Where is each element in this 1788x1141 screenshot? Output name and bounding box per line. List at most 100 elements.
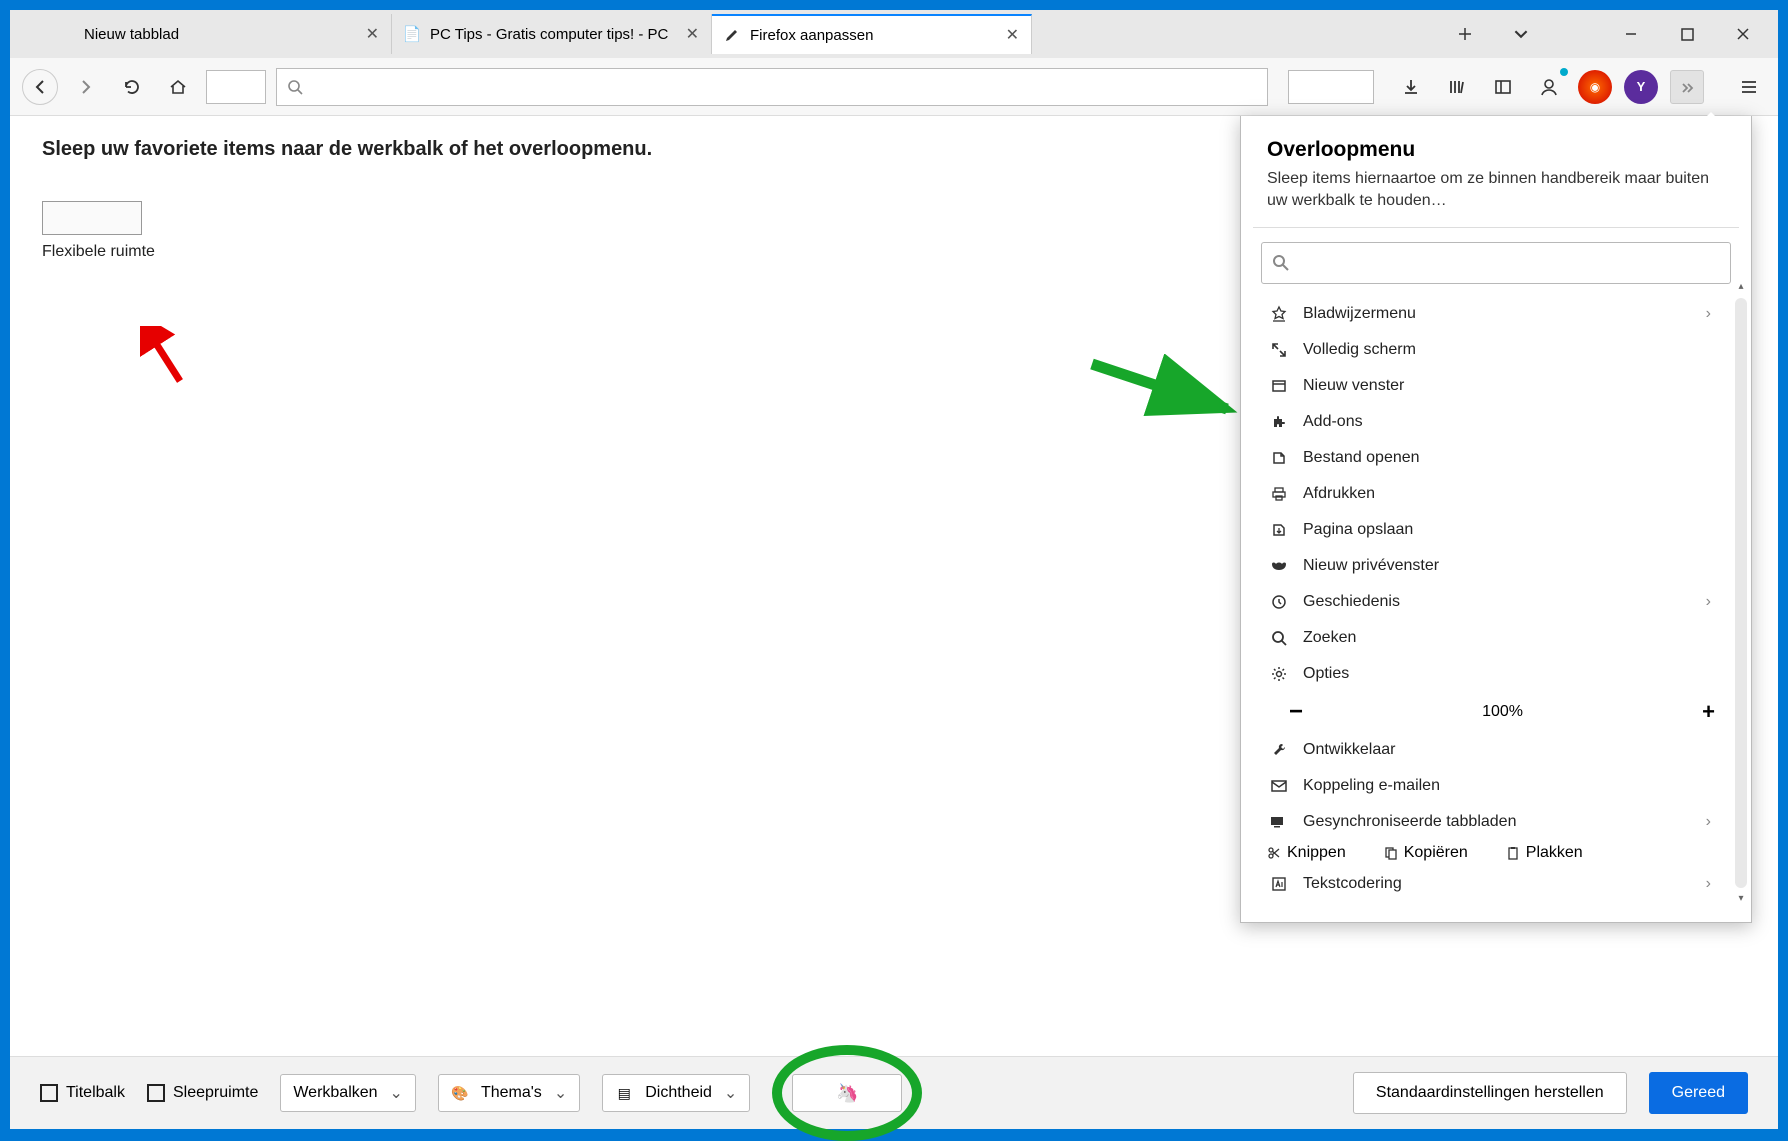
fullscreen-icon — [1267, 340, 1291, 360]
menu-item-options[interactable]: Opties — [1241, 656, 1751, 692]
menu-item-print[interactable]: Afdrukken — [1241, 476, 1751, 512]
customize-content: Sleep uw favoriete items naar de werkbal… — [10, 116, 1778, 1057]
menu-label: Nieuw venster — [1303, 377, 1404, 395]
url-bar[interactable] — [276, 68, 1268, 106]
touchbar-button[interactable]: 🦄 — [792, 1074, 902, 1112]
scroll-track[interactable] — [1735, 298, 1747, 888]
menu-label: Gesynchroniseerde tabbladen — [1303, 813, 1516, 831]
theme-icon: 🎨 — [451, 1084, 469, 1102]
scroll-down-icon[interactable]: ▾ — [1733, 890, 1749, 908]
flex-space-placeholder[interactable] — [206, 70, 266, 104]
tab-new[interactable]: Nieuw tabblad ✕ — [72, 14, 392, 54]
overflow-panel: Overloopmenu Sleep items hiernaartoe om … — [1240, 116, 1752, 923]
close-icon[interactable]: ✕ — [686, 24, 699, 44]
done-button[interactable]: Gereed — [1649, 1072, 1748, 1114]
zoom-level: 100% — [1482, 703, 1523, 721]
chevron-down-icon: ⌄ — [724, 1083, 737, 1103]
menu-item-private-window[interactable]: Nieuw privévenster — [1241, 548, 1751, 584]
menu-item-text-encoding[interactable]: Tekstcodering › — [1241, 866, 1751, 902]
menu-item-save-page[interactable]: Pagina opslaan — [1241, 512, 1751, 548]
menu-label: Bestand openen — [1303, 449, 1420, 467]
scrollbar[interactable]: ▴ ▾ — [1733, 278, 1749, 908]
chevron-right-icon: › — [1706, 875, 1725, 893]
menu-item-fullscreen[interactable]: Volledig scherm — [1241, 332, 1751, 368]
menu-label: Geschiedenis — [1303, 593, 1400, 611]
tab-label: PC Tips - Gratis computer tips! - PC — [430, 26, 668, 43]
back-button[interactable] — [22, 69, 58, 105]
restore-defaults-button[interactable]: Standaardinstellingen herstellen — [1353, 1072, 1627, 1114]
themes-dropdown[interactable]: 🎨 Thema's ⌄ — [438, 1074, 580, 1112]
new-tab-button[interactable] — [1444, 16, 1486, 52]
yahoo-extension-icon[interactable]: Y — [1624, 70, 1658, 104]
library-button[interactable] — [1440, 70, 1474, 104]
profile-button[interactable] — [1532, 70, 1566, 104]
overflow-button[interactable] — [1670, 70, 1704, 104]
edit-controls: Knippen Kopiëren Plakken — [1241, 840, 1751, 866]
chevron-down-icon: ⌄ — [390, 1083, 403, 1103]
menu-item-open-file[interactable]: Bestand openen — [1241, 440, 1751, 476]
flexible-space-box — [42, 201, 142, 235]
minimize-button[interactable] — [1610, 16, 1652, 52]
close-button[interactable] — [1722, 16, 1764, 52]
customize-footer: Titelbalk Sleepruimte Werkbalken ⌄ 🎨 The… — [10, 1057, 1778, 1129]
dragspace-checkbox[interactable]: Sleepruimte — [147, 1084, 258, 1102]
wrench-icon — [1267, 740, 1291, 760]
menu-label: Pagina opslaan — [1303, 521, 1413, 539]
paste-button[interactable]: Plakken — [1506, 844, 1583, 862]
menu-label: Ontwikkelaar — [1303, 741, 1395, 759]
flex-space-placeholder[interactable] — [1288, 70, 1374, 104]
menu-item-addons[interactable]: Add-ons — [1241, 404, 1751, 440]
zoom-out-button[interactable]: − — [1289, 698, 1303, 726]
extension-icon[interactable]: ◉ — [1578, 70, 1612, 104]
clipboard-icon — [1506, 846, 1520, 860]
clip-label: Plakken — [1526, 844, 1583, 862]
menu-label: Koppeling e-mailen — [1303, 777, 1440, 795]
close-icon[interactable]: ✕ — [1006, 25, 1019, 45]
sidebar-button[interactable] — [1486, 70, 1520, 104]
red-arrow-annotation — [140, 326, 200, 396]
forward-button[interactable] — [68, 69, 104, 105]
menu-item-search[interactable]: Zoeken — [1241, 620, 1751, 656]
menu-item-synced-tabs[interactable]: Gesynchroniseerde tabbladen › — [1241, 804, 1751, 840]
tab-customize[interactable]: Firefox aanpassen ✕ — [712, 14, 1032, 54]
downloads-button[interactable] — [1394, 70, 1428, 104]
history-icon — [1267, 592, 1291, 612]
chevron-down-icon: ⌄ — [554, 1083, 567, 1103]
zoom-in-button[interactable]: + — [1702, 699, 1715, 725]
home-button[interactable] — [160, 69, 196, 105]
close-icon[interactable]: ✕ — [366, 24, 379, 44]
scroll-up-icon[interactable]: ▴ — [1733, 278, 1749, 296]
green-arrow-annotation — [1082, 354, 1242, 434]
clip-label: Kopiëren — [1404, 844, 1468, 862]
mail-icon — [1267, 776, 1291, 796]
window-icon — [1267, 376, 1291, 396]
hamburger-menu-button[interactable] — [1732, 70, 1766, 104]
copy-button[interactable]: Kopiëren — [1384, 844, 1468, 862]
search-icon — [1272, 254, 1290, 272]
overflow-search-input[interactable] — [1261, 242, 1731, 284]
save-icon — [1267, 520, 1291, 540]
dropdown-label: Dichtheid — [645, 1084, 712, 1102]
tab-strip: Nieuw tabblad ✕ 📄 PC Tips - Gratis compu… — [10, 10, 1778, 58]
tab-list-button[interactable] — [1500, 16, 1542, 52]
density-dropdown[interactable]: ▤ Dichtheid ⌄ — [602, 1074, 750, 1112]
menu-item-bookmarks[interactable]: Bladwijzermenu › — [1241, 296, 1751, 332]
menu-item-email-link[interactable]: Koppeling e-mailen — [1241, 768, 1751, 804]
dropdown-label: Thema's — [481, 1084, 542, 1102]
menu-label: Add-ons — [1303, 413, 1363, 431]
chevron-right-icon: › — [1706, 813, 1725, 831]
toolbars-dropdown[interactable]: Werkbalken ⌄ — [280, 1074, 416, 1112]
chevron-right-icon: › — [1706, 305, 1725, 323]
menu-item-developer[interactable]: Ontwikkelaar — [1241, 732, 1751, 768]
titlebar-checkbox[interactable]: Titelbalk — [40, 1084, 125, 1102]
menu-item-history[interactable]: Geschiedenis › — [1241, 584, 1751, 620]
reload-button[interactable] — [114, 69, 150, 105]
cut-button[interactable]: Knippen — [1267, 844, 1346, 862]
tab-pctips[interactable]: 📄 PC Tips - Gratis computer tips! - PC ✕ — [392, 14, 712, 54]
button-label: Gereed — [1672, 1084, 1725, 1101]
maximize-button[interactable] — [1666, 16, 1708, 52]
menu-label: Afdrukken — [1303, 485, 1375, 503]
unicorn-icon: 🦄 — [836, 1083, 858, 1104]
menu-item-new-window[interactable]: Nieuw venster — [1241, 368, 1751, 404]
menu-label: Tekstcodering — [1303, 875, 1402, 893]
